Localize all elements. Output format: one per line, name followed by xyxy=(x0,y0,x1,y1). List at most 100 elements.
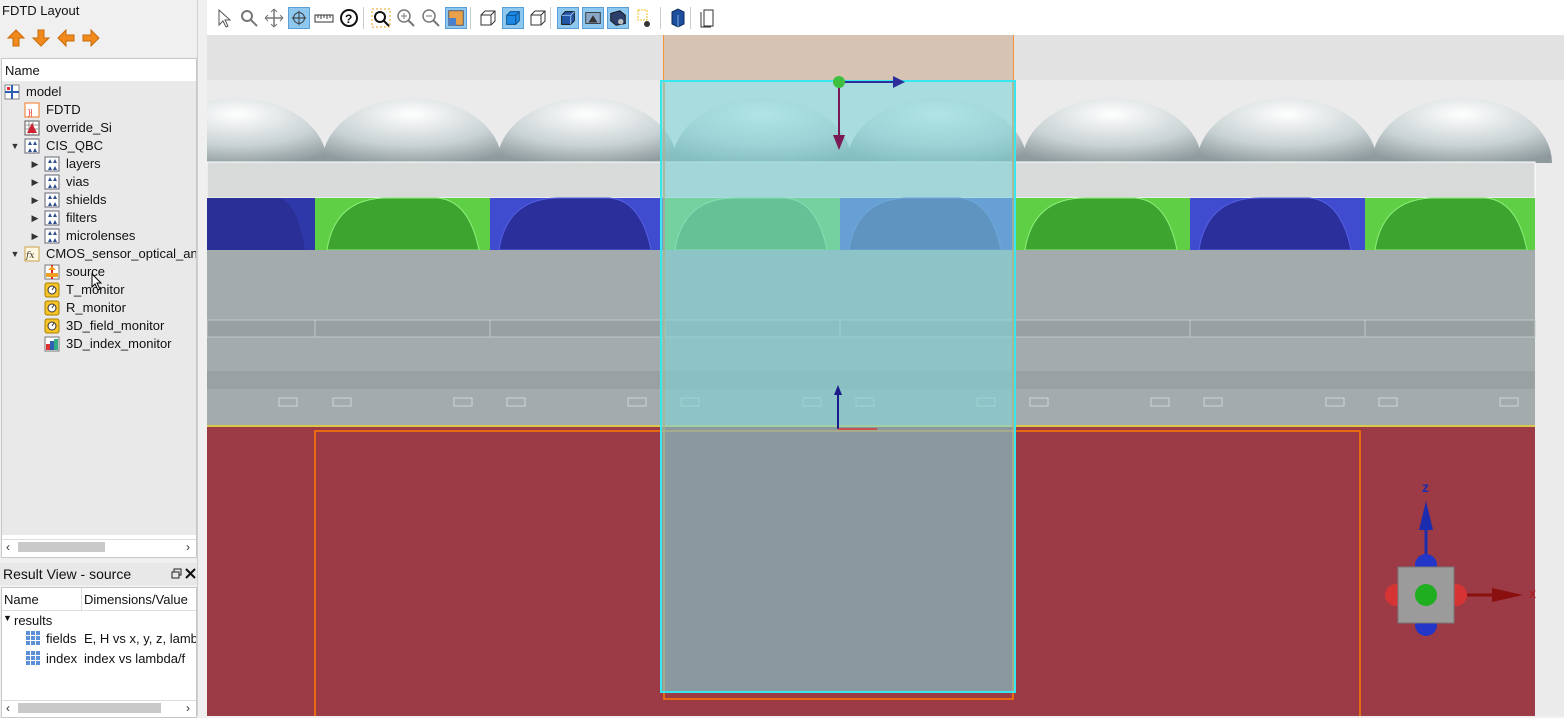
svg-text:fx: fx xyxy=(25,251,34,261)
matrix-dataset-icon xyxy=(26,651,40,665)
select-tool-icon[interactable] xyxy=(213,7,235,29)
axis-z-label: z xyxy=(1422,479,1429,495)
result-view-title: Result View - source xyxy=(3,566,132,582)
result-header: Name Dimensions/Value xyxy=(2,588,196,611)
tree-item-label: override_Si xyxy=(46,120,112,135)
view-cut-icon[interactable] xyxy=(582,7,604,29)
zoom-in-icon[interactable] xyxy=(395,7,417,29)
view-wireframe-icon[interactable] xyxy=(477,7,499,29)
source-icon xyxy=(44,264,60,280)
pan-tool-icon[interactable] xyxy=(263,7,285,29)
view-outline-icon[interactable] xyxy=(527,7,549,29)
zoom-tool-icon[interactable] xyxy=(238,7,260,29)
index-monitor-icon xyxy=(44,336,60,352)
view-light-icon[interactable] xyxy=(632,7,654,29)
mesh-override-icon xyxy=(24,120,40,136)
zoom-out-icon[interactable] xyxy=(420,7,442,29)
view-3d-box-icon[interactable] xyxy=(667,7,689,29)
3d-viewport[interactable]: z x xyxy=(207,35,1564,716)
result-view-table[interactable]: Name Dimensions/Value ▼ results fields E… xyxy=(1,587,197,718)
tree-item-label: 3D_field_monitor xyxy=(66,318,165,333)
help-icon[interactable]: ? xyxy=(338,7,360,29)
result-value: E, H vs x, y, z, lambda xyxy=(84,631,196,646)
toolbar-separator xyxy=(550,7,551,29)
svg-text:?: ? xyxy=(345,12,352,26)
scroll-thumb[interactable] xyxy=(18,542,105,552)
tree-header: Name xyxy=(2,59,196,82)
view-page-icon[interactable] xyxy=(697,7,719,29)
model-icon xyxy=(4,84,20,100)
tree-item-label: microlenses xyxy=(66,228,136,243)
tree-expander-icon[interactable]: ▶ xyxy=(30,227,40,245)
result-root-label: results xyxy=(14,613,53,628)
view-camera-icon[interactable] xyxy=(607,7,629,29)
monitor-icon xyxy=(44,300,60,316)
float-panel-icon[interactable] xyxy=(171,568,182,579)
tree-expander-icon[interactable]: ▶ xyxy=(30,209,40,227)
ruler-tool-icon[interactable] xyxy=(313,7,335,29)
scroll-left-icon[interactable]: ‹ xyxy=(2,540,14,554)
tree-expander-icon[interactable]: ▼ xyxy=(10,245,20,263)
axis-x-label: x xyxy=(1529,585,1536,601)
move-left-icon[interactable] xyxy=(56,28,76,48)
scroll-left-icon[interactable]: ‹ xyxy=(2,701,14,715)
result-horizontal-scrollbar[interactable]: ‹ › xyxy=(2,700,196,715)
tree-item-label: model xyxy=(26,84,62,99)
move-right-icon[interactable] xyxy=(81,28,101,48)
group-icon xyxy=(44,228,60,244)
group-icon xyxy=(44,210,60,226)
group-icon xyxy=(44,156,60,172)
expand-results-icon[interactable]: ▼ xyxy=(3,613,12,623)
tree-item-label: R_monitor xyxy=(66,300,126,315)
rotate-tool-icon[interactable] xyxy=(288,7,310,29)
tree-expander-icon[interactable]: ▶ xyxy=(30,173,40,191)
group-icon xyxy=(44,192,60,208)
result-col-dimensions: Dimensions/Value xyxy=(84,592,188,607)
group-icon xyxy=(44,174,60,190)
tree-item-label: vias xyxy=(66,174,90,189)
svg-text:}|: }| xyxy=(28,108,33,117)
monitor-icon xyxy=(44,282,60,298)
tree-body: model}| FDTD override_Si ▼ CIS_QBC ▶ layers ▶ vi… xyxy=(2,81,196,535)
fdtd-icon: }| xyxy=(24,102,40,118)
result-value: index vs lambda/f xyxy=(84,651,186,666)
view-toolbar: ? xyxy=(207,0,1564,36)
toolbar-separator xyxy=(470,7,471,29)
result-name: fields xyxy=(46,631,77,646)
result-view-titlebar: Result View - source xyxy=(0,563,197,585)
tree-header-name: Name xyxy=(5,63,40,78)
view-perspective-icon[interactable] xyxy=(557,7,579,29)
tree-horizontal-scrollbar[interactable]: ‹ › xyxy=(2,539,196,554)
result-row-index[interactable]: index index vs lambda/f xyxy=(2,649,196,669)
result-root-row[interactable]: ▼ results xyxy=(2,611,196,629)
result-row-fields[interactable]: fields E, H vs x, y, z, lambda xyxy=(2,629,196,649)
fdtd-top-region xyxy=(664,35,1013,81)
zoom-region-icon[interactable] xyxy=(370,7,392,29)
tree-expander-icon[interactable]: ▶ xyxy=(30,191,40,209)
view-solid-icon[interactable] xyxy=(502,7,524,29)
viewport-scene[interactable] xyxy=(207,35,1564,716)
move-down-icon[interactable] xyxy=(31,28,51,48)
object-tree[interactable]: Name model}| FDTD override_Si ▼ CIS_QBC ▶ laye… xyxy=(1,58,197,558)
tree-item-label: shields xyxy=(66,192,107,207)
tree-expander-icon[interactable]: ▼ xyxy=(10,137,20,155)
move-up-icon[interactable] xyxy=(6,28,26,48)
panel-title: FDTD Layout xyxy=(2,3,80,18)
close-panel-icon[interactable] xyxy=(185,568,196,579)
scroll-thumb[interactable] xyxy=(18,703,161,713)
layout-panel: FDTD Layout Name model }| FDTD override_Si ▼… xyxy=(0,0,198,718)
toolbar-separator xyxy=(690,7,691,29)
scroll-right-icon[interactable]: › xyxy=(182,701,194,715)
tree-expander-icon[interactable]: ▶ xyxy=(30,155,40,173)
tree-item-label: 3D_index_monitor xyxy=(66,336,172,351)
toolbar-separator xyxy=(660,7,661,29)
zoom-extent-icon[interactable] xyxy=(445,7,467,29)
result-name: index xyxy=(46,651,78,666)
tree-item-label: FDTD xyxy=(46,102,81,117)
monitor-icon xyxy=(44,318,60,334)
tree-item-label: CMOS_sensor_optical_an xyxy=(46,246,197,261)
analysis-group-icon: fx xyxy=(24,246,40,262)
scroll-right-icon[interactable]: › xyxy=(182,540,194,554)
result-col-name: Name xyxy=(4,592,39,607)
mouse-cursor-icon xyxy=(91,273,103,291)
